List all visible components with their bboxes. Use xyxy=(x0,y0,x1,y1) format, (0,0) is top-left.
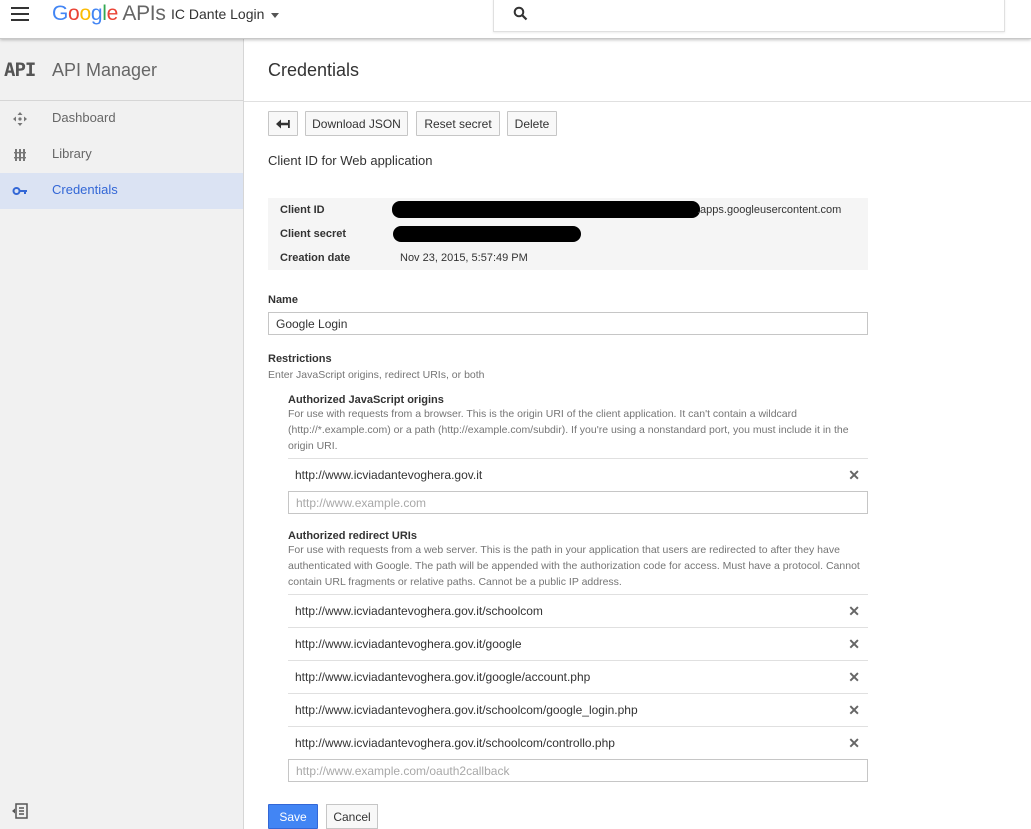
redirect-uri: http://www.icviadantevoghera.gov.it/scho… xyxy=(295,604,543,618)
client-id-row: Client ID .apps.googleusercontent.com xyxy=(268,198,868,222)
redacted-client-id xyxy=(392,201,700,218)
redirect-uri-row: http://www.icviadantevoghera.gov.it/scho… xyxy=(288,726,868,759)
library-icon xyxy=(14,149,26,161)
name-input[interactable]: Google Login xyxy=(268,312,868,335)
js-origin-row: http://www.icviadantevoghera.gov.it ✕ xyxy=(288,458,868,491)
sidebar-item-library[interactable]: Library xyxy=(0,137,243,173)
hamburger-menu-icon[interactable] xyxy=(11,7,29,21)
download-json-button[interactable]: Download JSON xyxy=(305,111,408,136)
name-label: Name xyxy=(268,294,298,306)
js-origins-help: For use with requests from a browser. Th… xyxy=(288,408,849,452)
arrow-left-icon xyxy=(276,119,290,128)
js-origin-uri: http://www.icviadantevoghera.gov.it xyxy=(295,468,483,482)
client-type-heading: Client ID for Web application xyxy=(268,153,433,168)
top-bar: Google APIs IC Dante Login xyxy=(0,0,1031,39)
api-logo-icon: API xyxy=(4,59,36,81)
sidebar-item-credentials[interactable]: Credentials xyxy=(0,173,243,209)
key-icon xyxy=(12,187,27,195)
client-secret-row: Client secret xyxy=(268,222,868,246)
remove-icon[interactable]: ✕ xyxy=(848,669,860,686)
creation-date-label: Creation date xyxy=(280,252,351,264)
redirect-uris-help: For use with requests from a web server.… xyxy=(288,544,860,588)
sidebar-item-label: Credentials xyxy=(52,182,118,197)
save-button[interactable]: Save xyxy=(268,804,318,829)
delete-button[interactable]: Delete xyxy=(507,111,557,136)
sidebar-item-label: Dashboard xyxy=(52,110,116,125)
sidebar-item-label: Library xyxy=(52,146,92,161)
page-header: Credentials xyxy=(244,39,1031,102)
client-id-suffix: .apps.googleusercontent.com xyxy=(697,204,842,216)
redacted-client-secret xyxy=(393,226,581,242)
sidebar-item-dashboard[interactable]: Dashboard xyxy=(0,101,243,137)
main-content: Credentials Download JSON Reset secret D… xyxy=(244,39,1031,829)
redirect-uri: http://www.icviadantevoghera.gov.it/scho… xyxy=(295,736,615,750)
client-id-label: Client ID xyxy=(280,204,325,216)
collapse-sidebar-icon[interactable] xyxy=(11,803,29,819)
redirect-uri-row: http://www.icviadantevoghera.gov.it/scho… xyxy=(288,594,868,627)
redirect-uri-input[interactable]: http://www.example.com/oauth2callback xyxy=(288,759,868,782)
cancel-button[interactable]: Cancel xyxy=(326,804,378,829)
back-button[interactable] xyxy=(268,111,298,136)
redirect-uri: http://www.icviadantevoghera.gov.it/scho… xyxy=(295,703,638,717)
remove-icon[interactable]: ✕ xyxy=(848,702,860,719)
dashboard-icon xyxy=(13,112,27,126)
google-apis-logo[interactable]: Google APIs xyxy=(52,2,166,26)
remove-icon[interactable]: ✕ xyxy=(848,636,860,653)
creation-date-row: Creation date Nov 23, 2015, 5:57:49 PM xyxy=(268,246,868,270)
restrictions-label: Restrictions xyxy=(268,353,332,365)
sidebar-header: API API Manager xyxy=(0,39,243,101)
redirect-uri-row: http://www.icviadantevoghera.gov.it/goog… xyxy=(288,660,868,693)
remove-icon[interactable]: ✕ xyxy=(848,467,860,484)
search-input[interactable] xyxy=(493,0,1005,32)
caret-down-icon xyxy=(271,12,280,18)
redirect-uri-row: http://www.icviadantevoghera.gov.it/scho… xyxy=(288,693,868,726)
js-origin-input[interactable]: http://www.example.com xyxy=(288,491,868,514)
client-secret-label: Client secret xyxy=(280,228,347,240)
sidebar: API API Manager Dashboard Library Creden… xyxy=(0,39,244,829)
redirect-uris-label: Authorized redirect URIs xyxy=(288,530,417,542)
project-selector[interactable]: IC Dante Login xyxy=(171,6,280,22)
restrictions-help: Enter JavaScript origins, redirect URIs,… xyxy=(268,369,485,381)
remove-icon[interactable]: ✕ xyxy=(848,603,860,620)
search-icon xyxy=(513,6,528,21)
js-origins-label: Authorized JavaScript origins xyxy=(288,394,444,406)
redirect-uri: http://www.icviadantevoghera.gov.it/goog… xyxy=(295,670,591,684)
creation-date-value: Nov 23, 2015, 5:57:49 PM xyxy=(400,252,528,264)
remove-icon[interactable]: ✕ xyxy=(848,735,860,752)
reset-secret-button[interactable]: Reset secret xyxy=(416,111,500,136)
sidebar-title: API Manager xyxy=(52,60,158,80)
project-name: IC Dante Login xyxy=(171,6,265,22)
client-info-table: Client ID .apps.googleusercontent.com Cl… xyxy=(268,198,868,270)
redirect-uri: http://www.icviadantevoghera.gov.it/goog… xyxy=(295,637,522,651)
page-title: Credentials xyxy=(268,60,360,80)
redirect-uri-row: http://www.icviadantevoghera.gov.it/goog… xyxy=(288,627,868,660)
